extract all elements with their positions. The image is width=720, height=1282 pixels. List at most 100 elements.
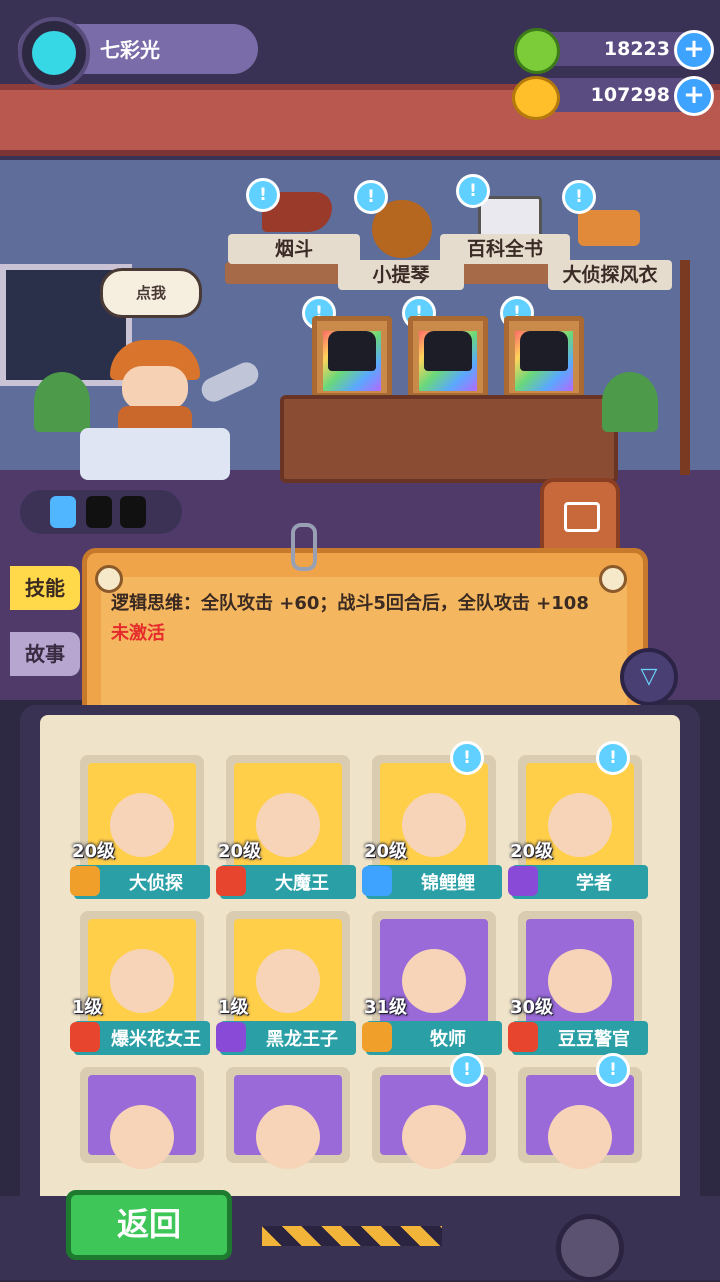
hint-icon[interactable]: ! bbox=[354, 180, 388, 214]
character-card[interactable]: 大魔王 20级 ! bbox=[216, 755, 356, 899]
energy-slot-empty bbox=[86, 496, 112, 528]
character-level: 31级 bbox=[364, 997, 408, 1018]
green-coin-icon bbox=[514, 28, 560, 74]
character-level: 20级 bbox=[72, 841, 116, 862]
character-level: 1级 bbox=[218, 997, 249, 1018]
collectible-label-coat: 大侦探风衣 bbox=[548, 260, 672, 290]
character-level: 20级 bbox=[364, 841, 408, 862]
back-button[interactable]: 返回 bbox=[66, 1190, 232, 1260]
gold-coin-count: 107298 bbox=[590, 84, 670, 106]
character-name: 豆豆警官 bbox=[558, 1029, 630, 1050]
character-card[interactable]: 牧师 31级 ! bbox=[362, 911, 502, 1055]
character-card[interactable]: 豆豆警官 30级 ! bbox=[508, 911, 648, 1055]
green-coin-count: 18223 bbox=[603, 38, 670, 60]
collectible-label-violin: 小提琴 bbox=[338, 260, 464, 290]
character-head bbox=[548, 949, 612, 1013]
gear-icon bbox=[556, 1214, 624, 1282]
role-badge-icon bbox=[70, 1022, 100, 1052]
role-badge-icon bbox=[508, 1022, 538, 1052]
character-portrait bbox=[234, 1075, 342, 1169]
skill-text: 逻辑思维：全队攻击 +60；战斗5回合后，全队攻击 +108 bbox=[111, 593, 589, 614]
role-badge-icon bbox=[508, 866, 538, 896]
tab-story[interactable]: 故事 bbox=[10, 632, 80, 676]
character-card[interactable]: ! bbox=[80, 1067, 204, 1169]
skill-status: 未激活 bbox=[111, 623, 165, 644]
role-badge-icon bbox=[362, 866, 392, 896]
role-badge-icon bbox=[216, 1022, 246, 1052]
gallery-button[interactable] bbox=[540, 478, 620, 556]
cat-avatar-icon bbox=[32, 31, 76, 75]
skill-description: 逻辑思维：全队攻击 +60；战斗5回合后，全队攻击 +108 未激活 bbox=[111, 589, 611, 649]
character-book: 大侦探 20级 ! 大魔王 20级 ! 锦鲤鲤 20级 ! 学者 20级 ! bbox=[20, 705, 700, 1265]
character-level: 1级 bbox=[72, 997, 103, 1018]
character-name: 爆米花女王 bbox=[111, 1029, 201, 1050]
character-name: 大魔王 bbox=[275, 873, 329, 894]
hint-icon[interactable]: ! bbox=[456, 174, 490, 208]
hint-icon[interactable]: ! bbox=[246, 178, 280, 212]
energy-slots bbox=[20, 490, 182, 534]
role-badge-icon bbox=[216, 866, 246, 896]
character-portrait bbox=[380, 1075, 488, 1169]
character-head bbox=[110, 793, 174, 857]
character-card[interactable]: ! bbox=[372, 1053, 496, 1169]
character-head bbox=[402, 793, 466, 857]
energy-icon bbox=[50, 496, 76, 528]
energy-slot-empty bbox=[120, 496, 146, 528]
cards-icon bbox=[564, 502, 600, 532]
hint-icon[interactable]: ! bbox=[596, 1053, 630, 1087]
book-page: 大侦探 20级 ! 大魔王 20级 ! 锦鲤鲤 20级 ! 学者 20级 ! bbox=[40, 715, 680, 1235]
plus-icon[interactable]: + bbox=[674, 30, 714, 70]
paperclip-icon bbox=[291, 523, 317, 571]
plus-icon[interactable]: + bbox=[674, 76, 714, 116]
machine bbox=[80, 428, 230, 480]
role-badge-icon bbox=[362, 1022, 392, 1052]
gold-planet-icon bbox=[512, 76, 560, 120]
character-name: 黑龙王子 bbox=[266, 1029, 338, 1050]
character-portrait bbox=[526, 1075, 634, 1169]
character-name: 大侦探 bbox=[129, 873, 183, 894]
filter-button[interactable]: ▽ bbox=[620, 648, 678, 706]
character-head bbox=[256, 1105, 320, 1169]
character-head bbox=[548, 1105, 612, 1169]
player-name: 七彩光 bbox=[100, 38, 160, 62]
role-badge-icon bbox=[70, 866, 100, 896]
character-card[interactable]: 大侦探 20级 ! bbox=[70, 755, 210, 899]
character-card[interactable]: 锦鲤鲤 20级 ! bbox=[362, 741, 502, 899]
hint-icon[interactable]: ! bbox=[450, 1053, 484, 1087]
portrait-frame[interactable] bbox=[408, 316, 488, 398]
portrait-frame[interactable] bbox=[312, 316, 392, 398]
character-name: 学者 bbox=[576, 873, 612, 894]
hint-icon[interactable]: ! bbox=[450, 741, 484, 775]
plant-icon bbox=[34, 372, 90, 432]
filter-icon: ▽ bbox=[640, 664, 658, 689]
character-head bbox=[402, 949, 466, 1013]
character-portrait bbox=[88, 919, 196, 1027]
character-card[interactable]: 黑龙王子 1级 ! bbox=[216, 911, 356, 1055]
hazard-stripe bbox=[262, 1226, 442, 1246]
portrait-frame[interactable] bbox=[504, 316, 584, 398]
character-head bbox=[256, 793, 320, 857]
character-level: 20级 bbox=[510, 841, 554, 862]
avatar[interactable] bbox=[18, 17, 90, 89]
desk bbox=[280, 395, 618, 483]
character-card[interactable]: 学者 20级 ! bbox=[508, 741, 648, 899]
coat-stand bbox=[680, 260, 690, 475]
hint-icon[interactable]: ! bbox=[596, 741, 630, 775]
character-head bbox=[256, 949, 320, 1013]
tap-me-bubble[interactable]: 点我 bbox=[100, 268, 202, 318]
character-card[interactable]: ! bbox=[518, 1053, 642, 1169]
character-portrait bbox=[234, 919, 342, 1027]
character-name: 锦鲤鲤 bbox=[421, 873, 475, 894]
tab-skill[interactable]: 技能 bbox=[10, 566, 80, 610]
character-head bbox=[548, 793, 612, 857]
character-card[interactable]: 爆米花女王 1级 ! bbox=[70, 911, 210, 1055]
character-card[interactable]: ! bbox=[226, 1067, 350, 1169]
plant-icon bbox=[602, 372, 658, 432]
character-portrait bbox=[88, 1075, 196, 1169]
character-level: 30级 bbox=[510, 997, 554, 1018]
character-name: 牧师 bbox=[430, 1029, 466, 1050]
character-head bbox=[110, 1105, 174, 1169]
character-head bbox=[110, 949, 174, 1013]
coat-item-icon[interactable] bbox=[578, 210, 640, 246]
hint-icon[interactable]: ! bbox=[562, 180, 596, 214]
